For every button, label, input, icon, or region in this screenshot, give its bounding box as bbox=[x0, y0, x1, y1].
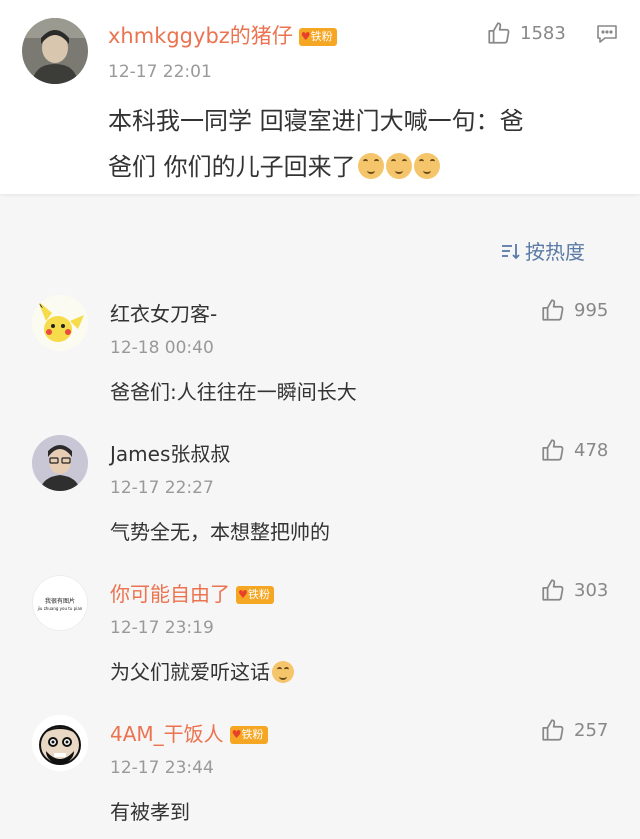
sort-label: 按热度 bbox=[525, 240, 585, 264]
main-comment-like-count: 1583 bbox=[520, 22, 566, 44]
reply-username[interactable]: James张叔叔 bbox=[110, 438, 230, 467]
reply-timestamp: 12-17 23:44 bbox=[110, 758, 214, 778]
main-comment-avatar[interactable] bbox=[22, 18, 88, 84]
thumbs-up-icon bbox=[542, 719, 564, 741]
fan-badge: ♥铁粉 bbox=[298, 28, 337, 46]
reply-like-count: 995 bbox=[574, 299, 609, 321]
heart-icon: ♥ bbox=[300, 30, 311, 43]
reply-avatar[interactable] bbox=[32, 715, 88, 771]
reply-timestamp: 12-17 22:27 bbox=[110, 478, 214, 498]
reply-username[interactable]: 红衣女刀客- bbox=[110, 298, 217, 327]
doge-emoji bbox=[272, 661, 294, 683]
reply-avatar[interactable] bbox=[32, 435, 88, 491]
reply-avatar[interactable] bbox=[32, 295, 88, 351]
sort-icon bbox=[502, 243, 520, 259]
fan-badge: ♥铁粉 bbox=[229, 726, 268, 744]
reply-text: 气势全无，本想整把帅的 bbox=[110, 520, 330, 544]
reply-like-count: 303 bbox=[574, 579, 609, 601]
doge-emoji bbox=[413, 153, 440, 179]
reply-like-button[interactable]: 257 bbox=[540, 717, 608, 743]
thumbs-up-icon bbox=[488, 22, 510, 44]
reply-timestamp: 12-17 23:19 bbox=[110, 618, 214, 638]
reply-username[interactable]: 你可能自由了 bbox=[110, 582, 230, 606]
sort-by-popularity-button[interactable]: 按热度 bbox=[501, 236, 585, 265]
main-comment-username[interactable]: xhmkggybz的猪仔 bbox=[108, 24, 293, 48]
avatar-caption-top: 我很有图片 bbox=[44, 598, 75, 605]
main-comment-like-button[interactable]: 1583 bbox=[486, 20, 566, 46]
reply-like-count: 257 bbox=[574, 719, 609, 741]
heart-icon: ♥ bbox=[231, 728, 242, 741]
reply-avatar[interactable]: 我很有图片 jiu zhuang you tu pian bbox=[32, 575, 88, 631]
thumbs-up-icon bbox=[542, 439, 564, 461]
main-comment-timestamp: 12-17 22:01 bbox=[108, 62, 212, 82]
thumbs-up-icon bbox=[542, 299, 564, 321]
thumbs-up-icon bbox=[542, 579, 564, 601]
doge-emoji bbox=[385, 153, 412, 179]
main-comment-text-line2: 爸们 你们的儿子回来了 bbox=[108, 144, 524, 190]
main-comment-text-line1: 本科我一同学 回寝室进门大喊一句：爸 bbox=[108, 107, 524, 135]
reply-like-button[interactable]: 303 bbox=[540, 577, 608, 603]
reply-like-button[interactable]: 995 bbox=[540, 297, 608, 323]
reply-text: 有被孝到 bbox=[110, 800, 190, 824]
reply-like-count: 478 bbox=[574, 439, 609, 461]
main-comment: xhmkggybz的猪仔 ♥铁粉 12-17 22:01 1583 本科我一同学 … bbox=[0, 0, 640, 194]
reply-like-button[interactable]: 478 bbox=[540, 437, 608, 463]
reply-text: 爸爸们:人往往在一瞬间长大 bbox=[110, 380, 357, 404]
reply-icon[interactable] bbox=[595, 22, 619, 50]
reply-text: 为父们就爱听这话 bbox=[110, 656, 294, 685]
reply-username[interactable]: 4AM_干饭人 bbox=[110, 722, 224, 746]
reply-timestamp: 12-18 00:40 bbox=[110, 338, 214, 358]
heart-icon: ♥ bbox=[238, 588, 248, 601]
fan-badge: ♥铁粉 bbox=[236, 586, 274, 604]
doge-emoji bbox=[357, 153, 384, 179]
avatar-caption-bottom: jiu zhuang you tu pian bbox=[37, 606, 83, 611]
